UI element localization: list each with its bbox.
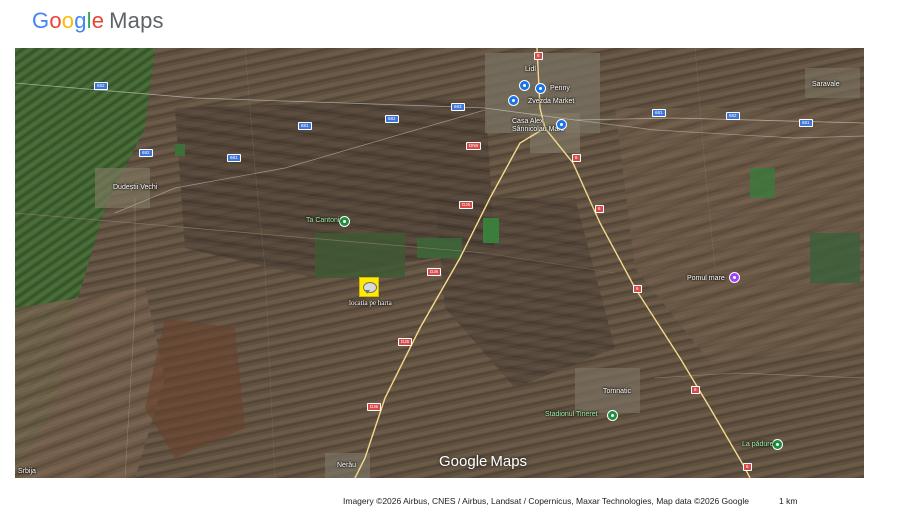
shopping-cart-marker-icon[interactable]: [535, 83, 546, 94]
place-label-nerau: Nerău: [337, 462, 357, 469]
park-marker-icon[interactable]: [339, 216, 350, 227]
road-shield: 681: [227, 154, 241, 162]
logo-letter: o: [49, 8, 62, 33]
road-shield: DJ6: [367, 403, 382, 411]
logo-letter: e: [91, 8, 105, 33]
place-label-zvezda-market: Zvezda Market: [528, 98, 575, 105]
shop-marker-icon[interactable]: [508, 95, 519, 106]
google-maps-logo: Google Maps: [32, 8, 164, 34]
watermark-maps: Maps: [490, 453, 528, 470]
road-shield: 6: [743, 463, 752, 471]
custom-location-marker-icon[interactable]: [359, 277, 379, 297]
road-shield: DJ6: [459, 201, 474, 209]
road-shield: 682: [139, 149, 153, 157]
marker-label: Ta Cantoni: [306, 217, 340, 224]
satellite-map[interactable]: 682 681 682 683 681 682 681 682 681 6 DN…: [15, 48, 864, 478]
watermark-google: Google: [439, 453, 488, 470]
store-marker-icon[interactable]: [556, 119, 567, 130]
custom-marker-label: locatia pe harta: [349, 299, 392, 307]
place-label-tomnatic: Tomnatic: [603, 388, 632, 395]
header: Google Maps: [0, 0, 900, 48]
marker-label: La pădure: [742, 441, 774, 448]
place-label-srbija: Srbija: [18, 468, 36, 475]
road-shield: 682: [726, 112, 740, 120]
logo-letter: o: [61, 8, 75, 33]
speech-bubble-tail: [365, 290, 370, 294]
road-shield: 6: [691, 386, 700, 394]
road-shield: 6: [633, 285, 642, 293]
attribution-text: Imagery ©2026 Airbus, CNES / Airbus, Lan…: [343, 496, 749, 506]
place-label-saravale: Saravale: [812, 81, 840, 88]
place-label-lidl: Lidl: [525, 66, 536, 73]
place-label-pomul-mare: Pomul mare: [687, 275, 725, 282]
road-shield: 681: [799, 119, 813, 127]
road-shield: 683: [451, 103, 465, 111]
logo-maps-word: Maps: [109, 8, 164, 33]
road-shield: 681: [298, 122, 312, 130]
logo-letter: G: [32, 8, 50, 33]
road-shield: 681: [652, 109, 666, 117]
road-shield: 682: [94, 82, 108, 90]
place-label-dudestii-vechi: Dudeștii Vechi: [113, 184, 158, 191]
logo-letter: g: [74, 8, 87, 33]
store-marker-icon[interactable]: [519, 80, 530, 91]
place-label-penny: Penny: [550, 85, 570, 92]
road-shield: 6: [534, 52, 543, 60]
landmark-marker-icon[interactable]: [729, 272, 740, 283]
google-maps-watermark: Google Maps: [439, 453, 527, 470]
road-shield: DJ6: [398, 338, 413, 346]
road-shield: 6: [595, 205, 604, 213]
footer: Imagery ©2026 Airbus, CNES / Airbus, Lan…: [0, 478, 900, 523]
stadium-marker-icon[interactable]: [607, 410, 618, 421]
scale-label: 1 km: [779, 496, 798, 506]
road-shield: DN6: [466, 142, 482, 150]
road-shield: 682: [385, 115, 399, 123]
road-shield: 6: [572, 154, 581, 162]
road-shield: DJ6: [427, 268, 442, 276]
marker-label: Stadionul Tineret: [545, 411, 598, 418]
